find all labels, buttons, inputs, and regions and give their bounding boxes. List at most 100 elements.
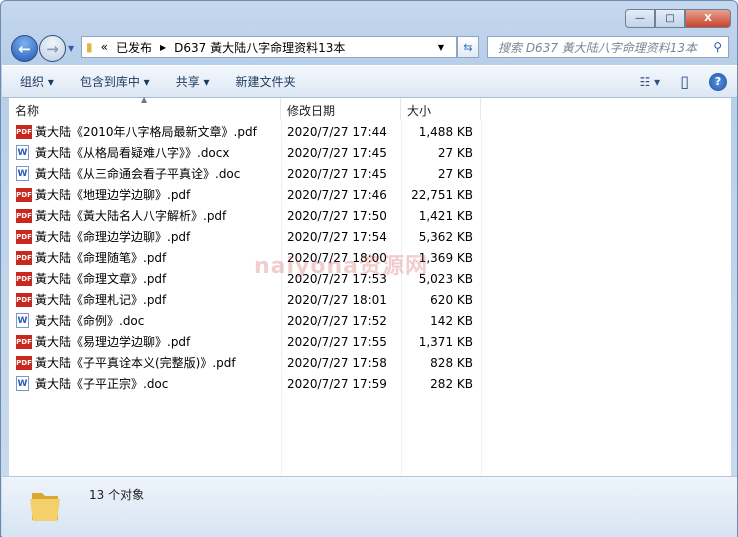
- file-row[interactable]: PDF 黃大陆《子平真诠本义(完整版)》.pdf 2020/7/27 17:58 82…: [9, 352, 481, 373]
- column-header-date[interactable]: 修改日期: [281, 98, 401, 120]
- caption-buttons: — □ X: [625, 9, 731, 28]
- file-date: 2020/7/27 17:46: [287, 187, 387, 202]
- doc-file-icon: W: [16, 313, 29, 328]
- file-name-cell: W 黃大陆《命例》.doc: [9, 312, 281, 329]
- file-row[interactable]: PDF 黃大陆《命理札记》.pdf 2020/7/27 18:01 620 KB: [9, 289, 481, 310]
- pdf-file-icon: PDF: [16, 229, 32, 244]
- file-name: 黃大陆《易理边学边聊》.pdf: [35, 335, 191, 349]
- doc-file-icon: W: [16, 166, 29, 181]
- organize-button[interactable]: 组织 ▾: [12, 73, 62, 90]
- breadcrumb-overflow[interactable]: «: [101, 40, 108, 54]
- file-name: 黃大陆《黃大陆名人八字解析》.pdf: [35, 209, 227, 223]
- file-size: 22,751 KB: [411, 187, 473, 202]
- file-name: 黃大陆《地理边学边聊》.pdf: [35, 188, 191, 202]
- file-name-cell: PDF 黃大陆《黃大陆名人八字解析》.pdf: [9, 207, 281, 224]
- file-row[interactable]: W 黃大陆《从三命通会看子平真诠》.doc 2020/7/27 17:45 27 KB: [9, 163, 481, 184]
- file-row[interactable]: PDF 黃大陆《易理边学边聊》.pdf 2020/7/27 17:55 1,371 K…: [9, 331, 481, 352]
- column-name-label: 名称: [15, 104, 40, 118]
- file-size: 282 KB: [430, 376, 473, 391]
- folder-icon: [30, 493, 60, 521]
- file-size: 27 KB: [437, 145, 473, 160]
- sort-ascending-icon: ▲: [141, 95, 148, 104]
- back-button[interactable]: ←: [11, 35, 38, 62]
- file-size: 5,362 KB: [418, 229, 473, 244]
- breadcrumb-current-folder[interactable]: D637 黃大陆八字命理资料13本: [174, 39, 345, 56]
- file-name-cell: PDF 黃大陆《2010年八字格局最新文章》.pdf: [9, 123, 281, 140]
- watermark: naiyona资源网: [254, 254, 429, 279]
- file-size: 620 KB: [430, 292, 473, 307]
- folder-icon: ▮: [86, 40, 93, 54]
- search-input[interactable]: 搜索 D637 黃大陆八字命理资料13本 ⚲: [487, 36, 729, 58]
- file-date: 2020/7/27 17:52: [287, 313, 387, 328]
- file-date: 2020/7/27 17:54: [287, 229, 387, 244]
- command-bar: 组织 ▾ 包含到库中 ▾ 共享 ▾ 新建文件夹 ☷ ▾ ▯ ?: [2, 65, 737, 98]
- pdf-file-icon: PDF: [16, 208, 32, 223]
- file-row[interactable]: W 黃大陆《从格局看疑难八字》》.docx 2020/7/27 17:45 27 KB: [9, 142, 481, 163]
- file-name: 黃大陆《命理边学边聊》.pdf: [35, 230, 191, 244]
- file-row[interactable]: PDF 黃大陆《2010年八字格局最新文章》.pdf 2020/7/27 17:44…: [9, 121, 481, 142]
- file-name-cell: PDF 黃大陆《命理札记》.pdf: [9, 291, 281, 308]
- file-size: 1,488 KB: [418, 124, 473, 139]
- pdf-file-icon: PDF: [16, 187, 32, 202]
- breadcrumb-published[interactable]: 已发布: [116, 39, 152, 56]
- item-count: 13 个对象: [89, 488, 145, 502]
- file-date: 2020/7/27 17:45: [287, 166, 387, 181]
- file-row[interactable]: PDF 黃大陆《命理边学边聊》.pdf 2020/7/27 17:54 5,362 K…: [9, 226, 481, 247]
- close-button[interactable]: X: [685, 9, 731, 28]
- help-button[interactable]: ?: [709, 72, 727, 91]
- maximize-button[interactable]: □: [655, 9, 685, 28]
- file-date: 2020/7/27 17:50: [287, 208, 387, 223]
- share-button[interactable]: 共享 ▾: [168, 73, 218, 90]
- column-divider: [481, 120, 482, 476]
- pdf-file-icon: PDF: [16, 355, 32, 370]
- address-bar[interactable]: ▮ « 已发布 ▶ D637 黃大陆八字命理资料13本 ▼: [81, 36, 457, 58]
- pdf-file-icon: PDF: [16, 271, 32, 286]
- file-name: 黃大陆《2010年八字格局最新文章》.pdf: [35, 125, 257, 139]
- file-row[interactable]: W 黃大陆《子平正宗》.doc 2020/7/27 17:59 282 KB: [9, 373, 481, 394]
- pdf-file-icon: PDF: [16, 124, 32, 139]
- address-dropdown-icon[interactable]: ▼: [438, 43, 444, 52]
- preview-pane-button[interactable]: ▯: [680, 72, 689, 91]
- file-size: 828 KB: [430, 355, 473, 370]
- recent-pages-dropdown-icon[interactable]: ▼: [68, 44, 74, 53]
- file-name-cell: W 黃大陆《从格局看疑难八字》》.docx: [9, 144, 281, 161]
- explorer-window: — □ X ← → ▼ ▮ « 已发布 ▶ D637 黃大陆八字命理资料13本 …: [0, 0, 738, 537]
- column-header-name[interactable]: 名称 ▲: [9, 95, 281, 120]
- new-folder-button[interactable]: 新建文件夹: [228, 73, 304, 90]
- file-row[interactable]: PDF 黃大陆《地理边学边聊》.pdf 2020/7/27 17:46 22,751 …: [9, 184, 481, 205]
- change-view-button[interactable]: ☷ ▾: [640, 75, 661, 89]
- file-name-cell: W 黃大陆《子平正宗》.doc: [9, 375, 281, 392]
- file-name-cell: PDF 黃大陆《命理文章》.pdf: [9, 270, 281, 287]
- search-placeholder: 搜索 D637 黃大陆八字命理资料13本: [498, 40, 698, 55]
- minimize-button[interactable]: —: [625, 9, 655, 28]
- include-in-library-button[interactable]: 包含到库中 ▾: [72, 73, 158, 90]
- search-icon[interactable]: ⚲: [713, 40, 722, 54]
- file-size: 27 KB: [437, 166, 473, 181]
- column-header-size[interactable]: 大小: [401, 98, 481, 120]
- forward-button[interactable]: →: [39, 35, 66, 62]
- file-name: 黃大陆《从格局看疑难八字》》.docx: [35, 146, 230, 160]
- file-row[interactable]: W 黃大陆《命例》.doc 2020/7/27 17:52 142 KB: [9, 310, 481, 331]
- file-name-cell: PDF 黃大陆《子平真诠本义(完整版)》.pdf: [9, 354, 281, 371]
- file-name: 黃大陆《子平正宗》.doc: [35, 377, 169, 391]
- file-name-cell: PDF 黃大陆《易理边学边聊》.pdf: [9, 333, 281, 350]
- file-date: 2020/7/27 17:44: [287, 124, 387, 139]
- file-date: 2020/7/27 17:59: [287, 376, 387, 391]
- file-name: 黃大陆《命理札记》.pdf: [35, 293, 167, 307]
- file-date: 2020/7/27 18:01: [287, 292, 387, 307]
- file-name: 黃大陆《命例》.doc: [35, 314, 145, 328]
- file-name: 黃大陆《从三命通会看子平真诠》.doc: [35, 167, 241, 181]
- file-name-cell: PDF 黃大陆《地理边学边聊》.pdf: [9, 186, 281, 203]
- file-row[interactable]: PDF 黃大陆《黃大陆名人八字解析》.pdf 2020/7/27 17:50 1,42…: [9, 205, 481, 226]
- file-name-cell: PDF 黃大陆《命理随笔》.pdf: [9, 249, 281, 266]
- pdf-file-icon: PDF: [16, 250, 32, 265]
- file-name-cell: PDF 黃大陆《命理边学边聊》.pdf: [9, 228, 281, 245]
- file-date: 2020/7/27 17:58: [287, 355, 387, 370]
- pdf-file-icon: PDF: [16, 292, 32, 307]
- pdf-file-icon: PDF: [16, 334, 32, 349]
- refresh-button[interactable]: ⇆: [457, 36, 479, 58]
- breadcrumb-separator-icon[interactable]: ▶: [160, 43, 166, 52]
- file-list: 名称 ▲ 修改日期 大小 PDF 黃大陆《2010年八字格局最新文章》.pdf 20…: [9, 95, 731, 476]
- file-date: 2020/7/27 17:45: [287, 145, 387, 160]
- details-pane: 13 个对象: [2, 476, 737, 537]
